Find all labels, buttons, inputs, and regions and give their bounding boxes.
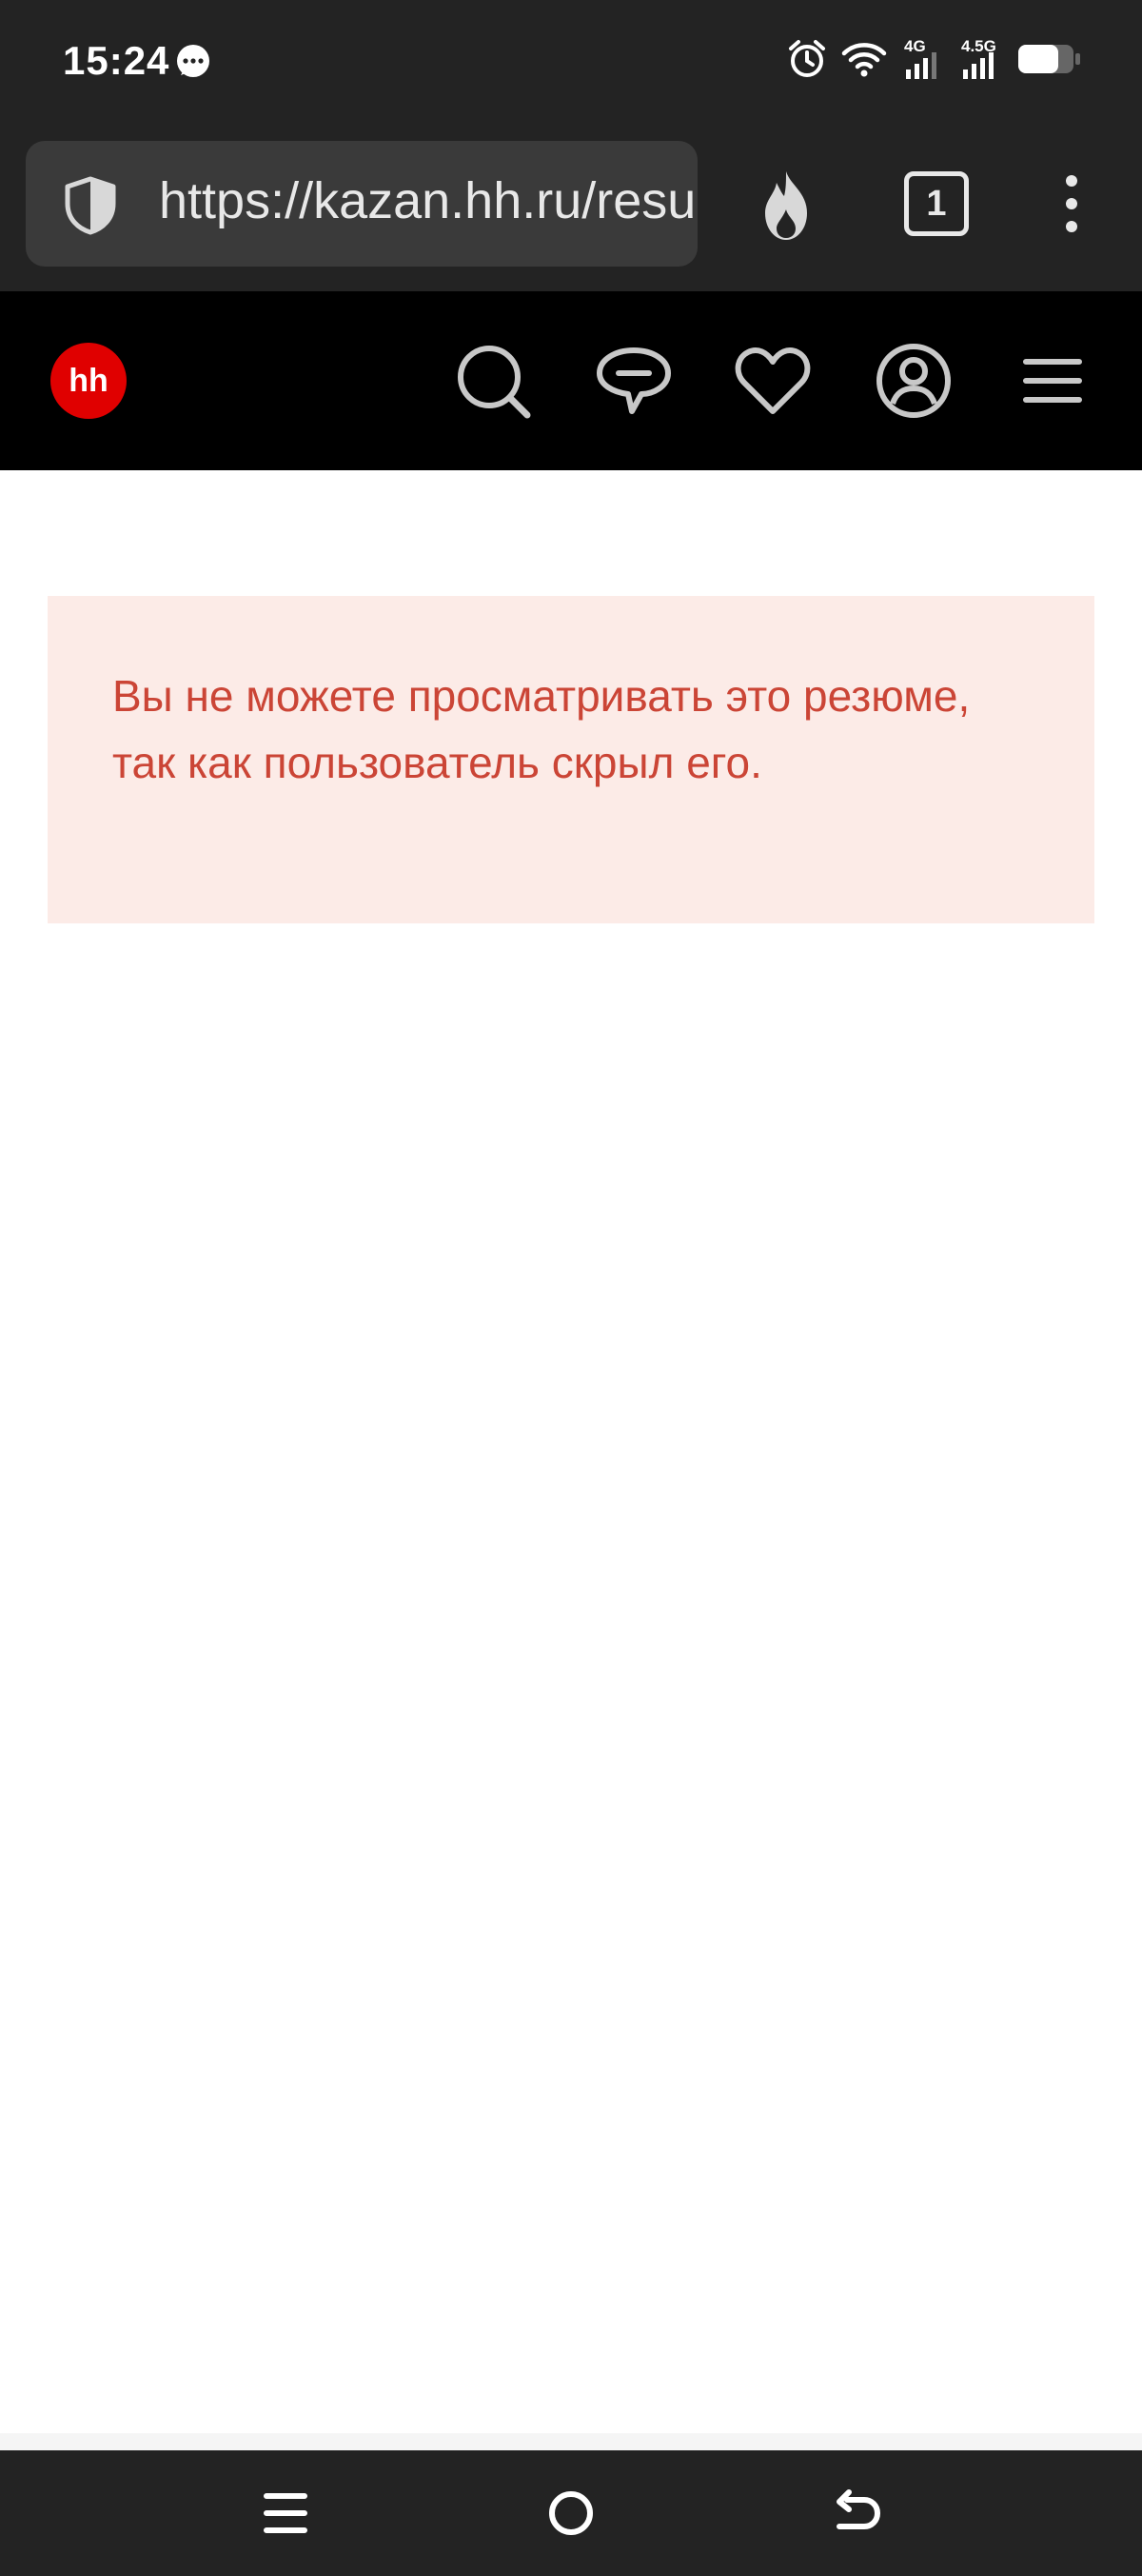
tab-count: 1 [926,183,947,224]
hamburger-icon[interactable] [1013,341,1093,421]
page-footer-divider [0,2433,1142,2450]
status-time: 15:24 [63,38,170,83]
heart-icon[interactable] [733,341,813,421]
wifi-icon [841,43,887,77]
shield-icon[interactable] [60,175,121,236]
tabs-button[interactable]: 1 [904,171,969,236]
logo-text: hh [69,362,108,399]
fire-icon[interactable] [752,168,820,244]
browser-toolbar: https://kazan.hh.ru/resume 1 [0,126,1142,291]
back-icon[interactable] [828,2485,885,2542]
site-header: hh [0,291,1142,470]
address-bar[interactable]: https://kazan.hh.ru/resume [26,141,698,267]
home-icon[interactable] [542,2485,600,2542]
status-icons: 4G 4.5G [788,36,1081,82]
signal-icon: 4G [902,37,944,81]
chat-icon[interactable] [594,341,674,421]
url-text[interactable]: https://kazan.hh.ru/resume [159,171,698,230]
signal-icon: 4.5G [959,37,1001,81]
message-icon [177,45,209,77]
search-icon[interactable] [453,341,533,421]
status-bar: 15:24 4G 4.5G [0,0,1142,126]
error-banner: Вы не можете просматривать это резюме, т… [48,596,1094,923]
alarm-icon [789,40,825,77]
more-vertical-icon[interactable] [1054,173,1089,234]
recents-icon[interactable] [257,2485,314,2542]
profile-icon[interactable] [874,341,954,421]
error-message: Вы не можете просматривать это резюме, т… [112,671,971,787]
system-nav-bar [0,2450,1142,2576]
battery-icon [1018,45,1080,73]
hh-logo[interactable]: hh [50,343,127,419]
